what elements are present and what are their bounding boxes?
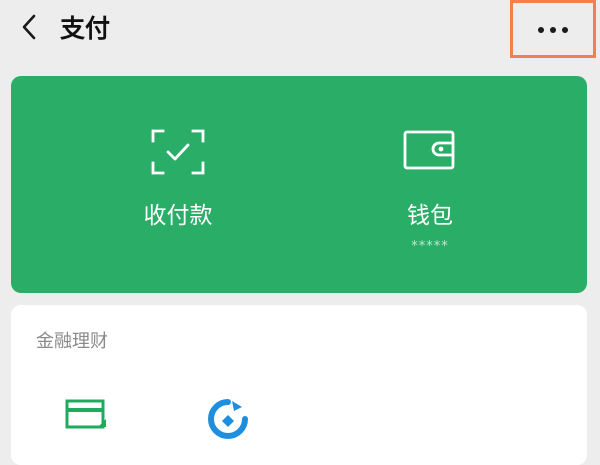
wallet-balance-masked: ***** — [411, 239, 449, 254]
finance-section: 金融理财 — [11, 305, 587, 465]
finance-item-card[interactable] — [64, 397, 108, 437]
scan-icon — [150, 128, 206, 180]
licaitong-icon — [206, 399, 250, 445]
receive-pay-button[interactable]: 收付款 — [78, 76, 278, 293]
more-options-button[interactable] — [510, 0, 596, 58]
card-repay-icon — [64, 399, 108, 437]
wallet-icon — [403, 128, 457, 176]
back-icon — [20, 13, 38, 45]
header-bar: 支付 — [0, 0, 600, 62]
page-title: 支付 — [60, 14, 111, 43]
back-button[interactable] — [14, 14, 44, 44]
wallet-button[interactable]: 钱包 ***** — [330, 76, 530, 293]
receive-pay-label: 收付款 — [143, 203, 213, 229]
more-icon — [536, 20, 570, 39]
finance-section-title: 金融理财 — [36, 331, 108, 352]
payment-card: 收付款 钱包 ***** — [11, 76, 587, 293]
wallet-label: 钱包 — [407, 203, 453, 229]
finance-item-licaitong[interactable] — [206, 397, 250, 445]
